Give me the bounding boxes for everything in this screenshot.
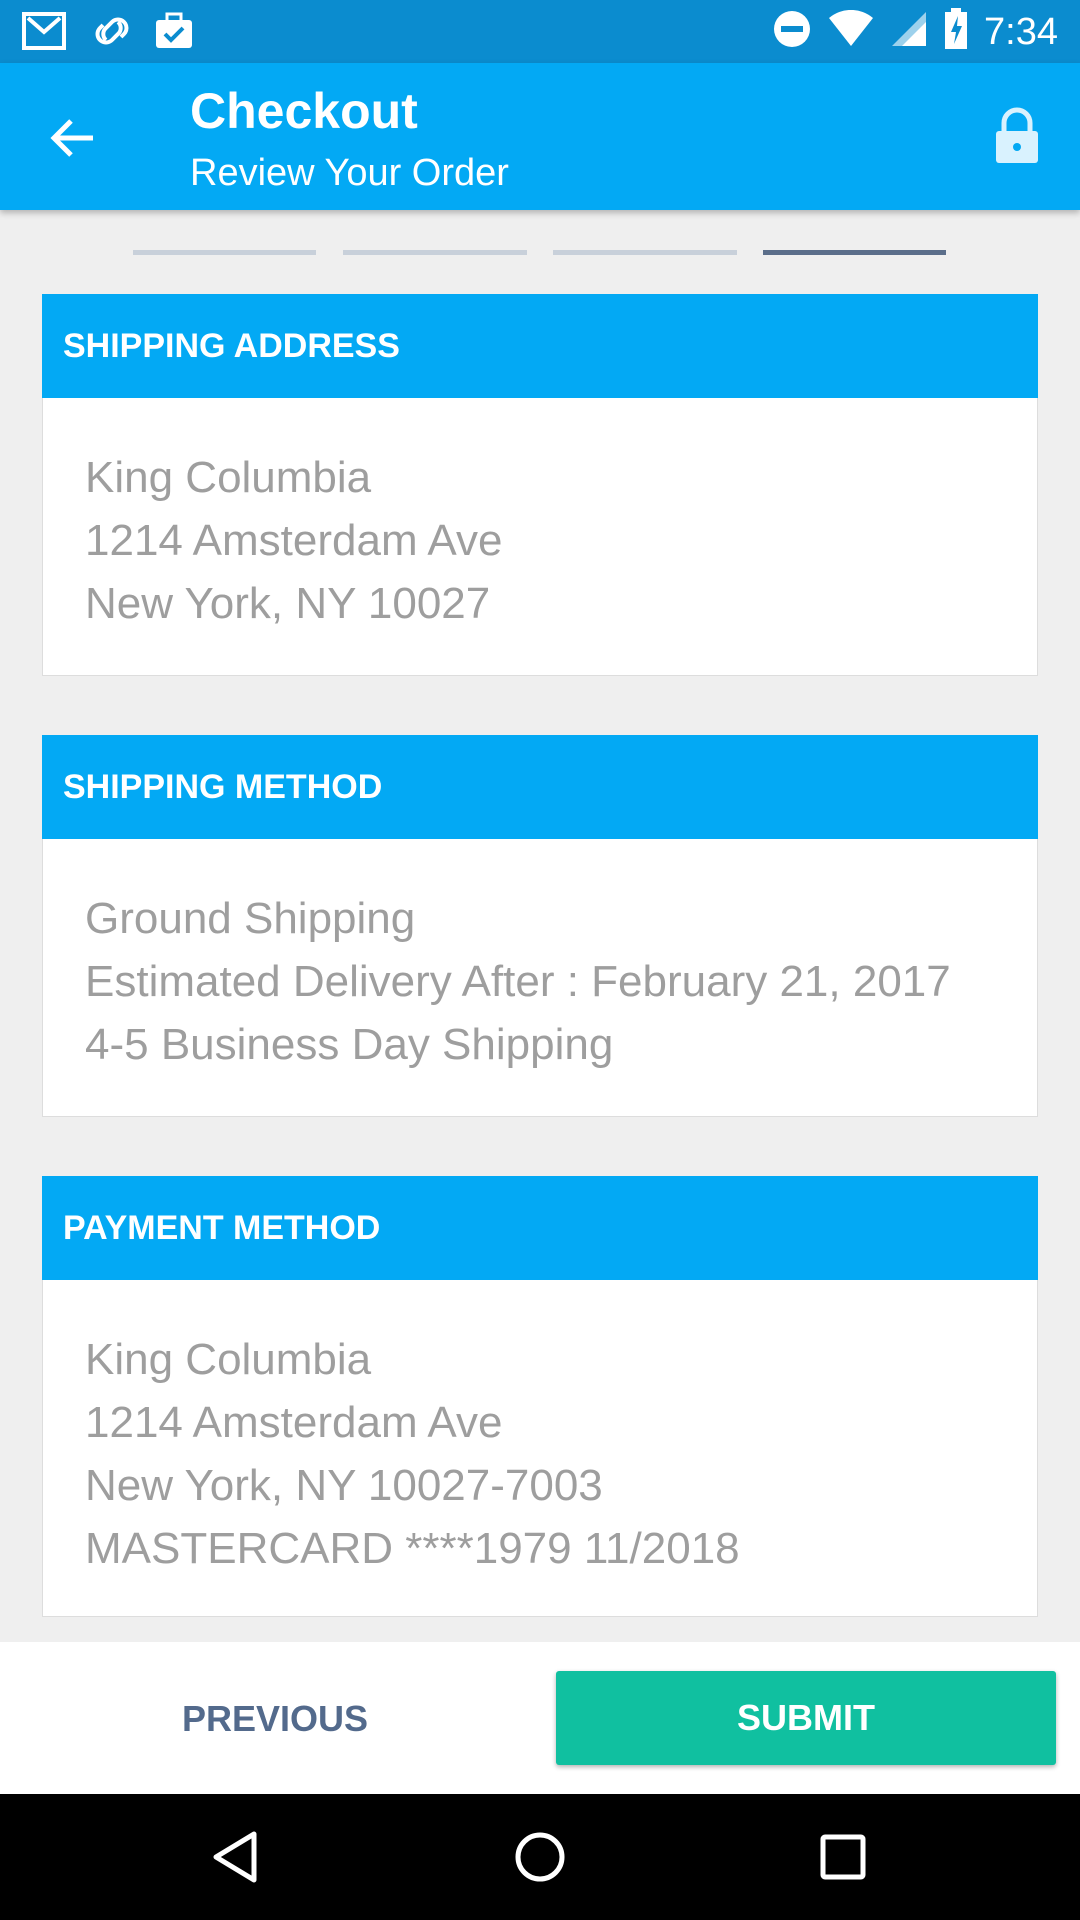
- lock-icon: [994, 107, 1040, 170]
- billing-street: 1214 Amsterdam Ave: [85, 1398, 503, 1447]
- address-city: New York, NY 10027: [85, 579, 491, 628]
- nav-back-button[interactable]: [200, 1824, 270, 1894]
- circle-home-icon: [513, 1830, 567, 1889]
- shipping-address-card: SHIPPING ADDRESS King Columbia 1214 Amst…: [42, 294, 1038, 676]
- section-body: Ground Shipping Estimated Delivery After…: [42, 839, 1038, 1117]
- address-street: 1214 Amsterdam Ave: [85, 516, 503, 565]
- nav-home-button[interactable]: [505, 1824, 575, 1894]
- signal-icon: [890, 10, 928, 53]
- nav-recents-button[interactable]: [808, 1824, 878, 1894]
- previous-button[interactable]: PREVIOUS: [70, 1674, 480, 1764]
- progress-step-1: [133, 250, 316, 255]
- wifi-icon: [828, 9, 874, 53]
- submit-button[interactable]: SUBMIT: [556, 1671, 1056, 1765]
- billing-name: King Columbia: [85, 1335, 372, 1384]
- app-bar: Checkout Review Your Order: [0, 63, 1080, 210]
- triangle-back-icon: [210, 1830, 260, 1889]
- shipping-method-card: SHIPPING METHOD Ground Shipping Estimate…: [42, 735, 1038, 1117]
- briefcase-check-icon: [154, 10, 194, 57]
- progress-step-4: [763, 250, 946, 255]
- address-name: King Columbia: [85, 453, 372, 502]
- do-not-disturb-icon: [772, 9, 812, 54]
- battery-charging-icon: [944, 8, 968, 55]
- status-time: 7:34: [984, 10, 1058, 53]
- checkout-progress: [0, 250, 1080, 256]
- section-header: PAYMENT METHOD: [42, 1176, 1038, 1280]
- system-nav-bar: [0, 1794, 1080, 1920]
- progress-step-3: [553, 250, 737, 255]
- back-button[interactable]: [38, 105, 108, 175]
- status-bar: 7:34: [0, 0, 1080, 63]
- section-header: SHIPPING METHOD: [42, 735, 1038, 839]
- page-title: Checkout: [190, 83, 418, 139]
- section-body: King Columbia 1214 Amsterdam Ave New Yor…: [42, 1280, 1038, 1617]
- card-details: MASTERCARD ****1979 11/2018: [85, 1524, 740, 1573]
- gmail-icon: [22, 10, 70, 57]
- billing-city: New York, NY 10027-7003: [85, 1461, 603, 1510]
- progress-step-2: [343, 250, 527, 255]
- section-header: SHIPPING ADDRESS: [42, 294, 1038, 398]
- page-subtitle: Review Your Order: [190, 152, 509, 194]
- shipping-duration: 4-5 Business Day Shipping: [85, 1020, 614, 1069]
- payment-method-card: PAYMENT METHOD King Columbia 1214 Amster…: [42, 1176, 1038, 1617]
- arrow-back-icon: [49, 116, 97, 165]
- action-bar: PREVIOUS SUBMIT: [0, 1642, 1080, 1794]
- estimated-delivery: Estimated Delivery After : February 21, …: [85, 957, 951, 1006]
- square-recents-icon: [819, 1833, 867, 1886]
- link-icon: [92, 10, 132, 57]
- section-body: King Columbia 1214 Amsterdam Ave New Yor…: [42, 398, 1038, 676]
- shipping-type: Ground Shipping: [85, 894, 416, 943]
